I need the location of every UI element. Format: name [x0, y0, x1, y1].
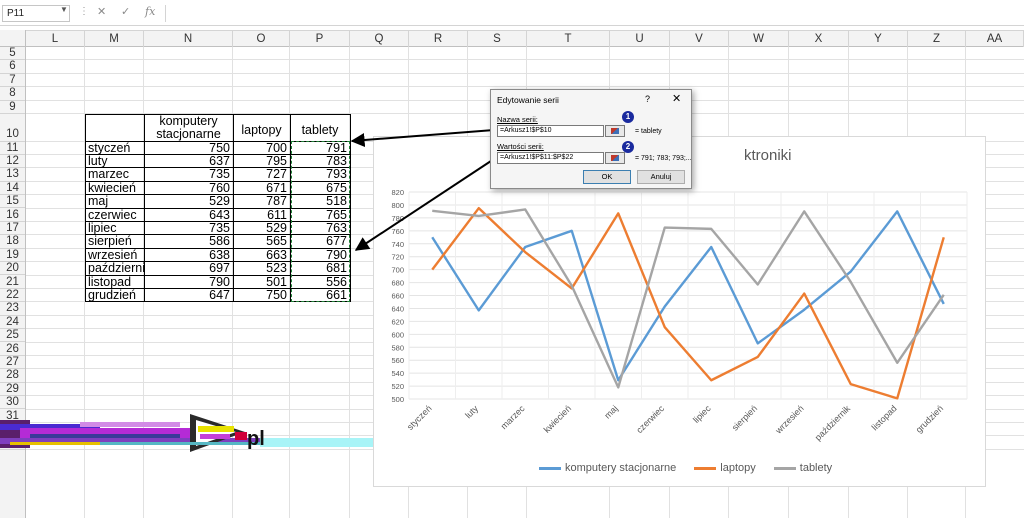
series-name-result: = tablety — [635, 128, 662, 135]
help-button[interactable]: ? — [645, 94, 650, 104]
series-values-input[interactable]: =Arkusz1!$P$11:$P$22 — [497, 152, 604, 164]
annotation-arrows — [350, 127, 497, 251]
range-select-icon[interactable] — [605, 125, 625, 137]
close-button[interactable]: ✕ — [672, 92, 681, 105]
series-name-label: Nazwa serii: — [497, 115, 538, 124]
ok-button[interactable]: OK — [583, 170, 631, 184]
cancel-button[interactable]: Anuluj — [637, 170, 685, 184]
excel-window: P11 ▼ ⋮ ✕ ✓ fx L M N O P Q R S T U V W X Y Z AA 5 6 7 8 9 10… — [0, 0, 1024, 518]
dialog-title: Edytowanie serii — [497, 95, 559, 105]
series-name-input[interactable]: =Arkusz1!$P$10 — [497, 125, 604, 137]
edit-series-dialog[interactable]: Edytowanie serii ? ✕ Nazwa serii: =Arkus… — [490, 89, 692, 189]
step-badge-2: 2 — [622, 141, 634, 153]
series-values-label: Wartości serii: — [497, 142, 544, 151]
range-select-icon[interactable] — [605, 152, 625, 164]
series-values-result: = 791; 783; 793;... — [635, 155, 692, 162]
step-badge-1: 1 — [622, 111, 634, 123]
